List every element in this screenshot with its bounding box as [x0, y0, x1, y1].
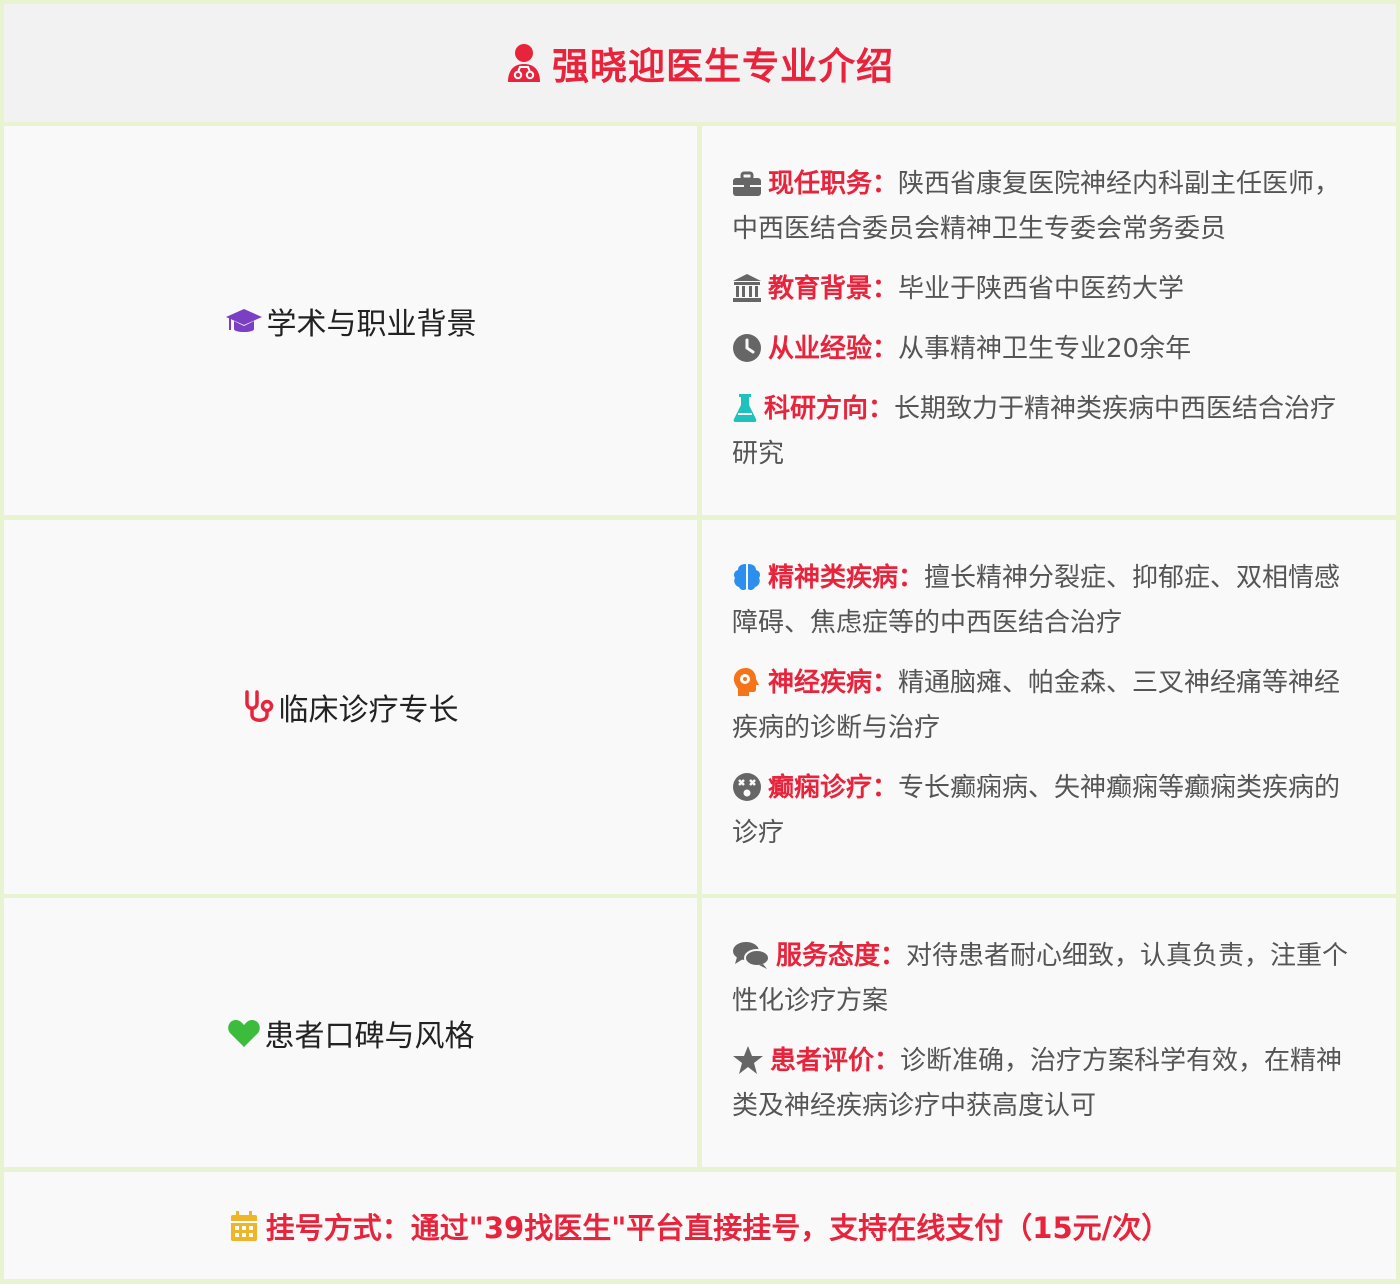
list-item: 神经疾病：精通脑瘫、帕金森、三叉神经痛等神经疾病的诊断与治疗 — [732, 668, 1341, 743]
section-label: 学术与职业背景 — [225, 299, 477, 343]
section-detail-cell: 现任职务：陕西省康复医院神经内科副主任医师，中西医结合委员会精神卫生专委会常务委… — [702, 126, 1396, 515]
list-item: 现任职务：陕西省康复医院神经内科副主任医师，中西医结合委员会精神卫生专委会常务委… — [732, 169, 1341, 244]
graduation-cap-icon — [225, 308, 262, 332]
calendar-icon — [230, 1210, 257, 1241]
list-item: 从业经验：从事精神卫生专业20余年 — [732, 327, 1362, 372]
stethoscope-icon — [244, 690, 273, 722]
dizzy-face-icon — [733, 773, 761, 801]
doctor-icon — [508, 44, 540, 82]
briefcase-icon — [733, 171, 761, 196]
list-item: 癫痫诊疗：专长癫痫病、失神癫痫等癫痫类疾病的诊疗 — [732, 773, 1341, 848]
list-item: 精神类疾病：擅长精神分裂症、抑郁症、双相情感障碍、焦虑症等的中西医结合治疗 — [732, 563, 1341, 638]
section-label-cell: 学术与职业背景 — [4, 126, 697, 515]
list-item: 科研方向：长期致力于精神类疾病中西医结合治疗研究 — [732, 394, 1337, 469]
list-item: 教育背景：毕业于陕西省中医药大学 — [732, 267, 1362, 312]
table-footer: 挂号方式：通过"39找医生"平台直接挂号，支持在线支付（15元/次） — [4, 1172, 1396, 1279]
clock-icon — [733, 334, 761, 362]
table-header: 强晓迎医生专业介绍 — [4, 4, 1396, 122]
section-label: 临床诊疗专长 — [243, 685, 459, 729]
heart-icon — [227, 1019, 260, 1047]
profile-table: 强晓迎医生专业介绍 学术与职业背景 现任职务：陕西省康复医院神经内科副主任医师，… — [0, 0, 1400, 1284]
page-title: 强晓迎医生专业介绍 — [506, 36, 894, 90]
section-detail-cell: 服务态度：对待患者耐心细致，认真负责，注重个性化诊疗方案 患者评价：诊断准确，治… — [702, 898, 1396, 1167]
section-label-cell: 患者口碑与风格 — [4, 898, 697, 1167]
title-text: 强晓迎医生专业介绍 — [552, 45, 894, 88]
section-detail-cell: 精神类疾病：擅长精神分裂症、抑郁症、双相情感障碍、焦虑症等的中西医结合治疗 神经… — [702, 520, 1396, 894]
flask-icon — [733, 394, 757, 422]
list-item: 患者评价：诊断准确，治疗方案科学有效，在精神类及神经疾病诊疗中获高度认可 — [732, 1046, 1343, 1121]
university-icon — [733, 274, 761, 302]
registration-info: 挂号方式：通过"39找医生"平台直接挂号，支持在线支付（15元/次） — [230, 1205, 1170, 1247]
list-item: 服务态度：对待患者耐心细致，认真负责，注重个性化诊疗方案 — [732, 941, 1349, 1016]
star-icon — [733, 1046, 763, 1074]
section-label-cell: 临床诊疗专长 — [4, 520, 697, 894]
brain-icon — [734, 564, 760, 591]
comments-icon — [733, 942, 770, 969]
head-gear-icon — [733, 668, 759, 696]
section-label: 患者口碑与风格 — [227, 1011, 475, 1055]
